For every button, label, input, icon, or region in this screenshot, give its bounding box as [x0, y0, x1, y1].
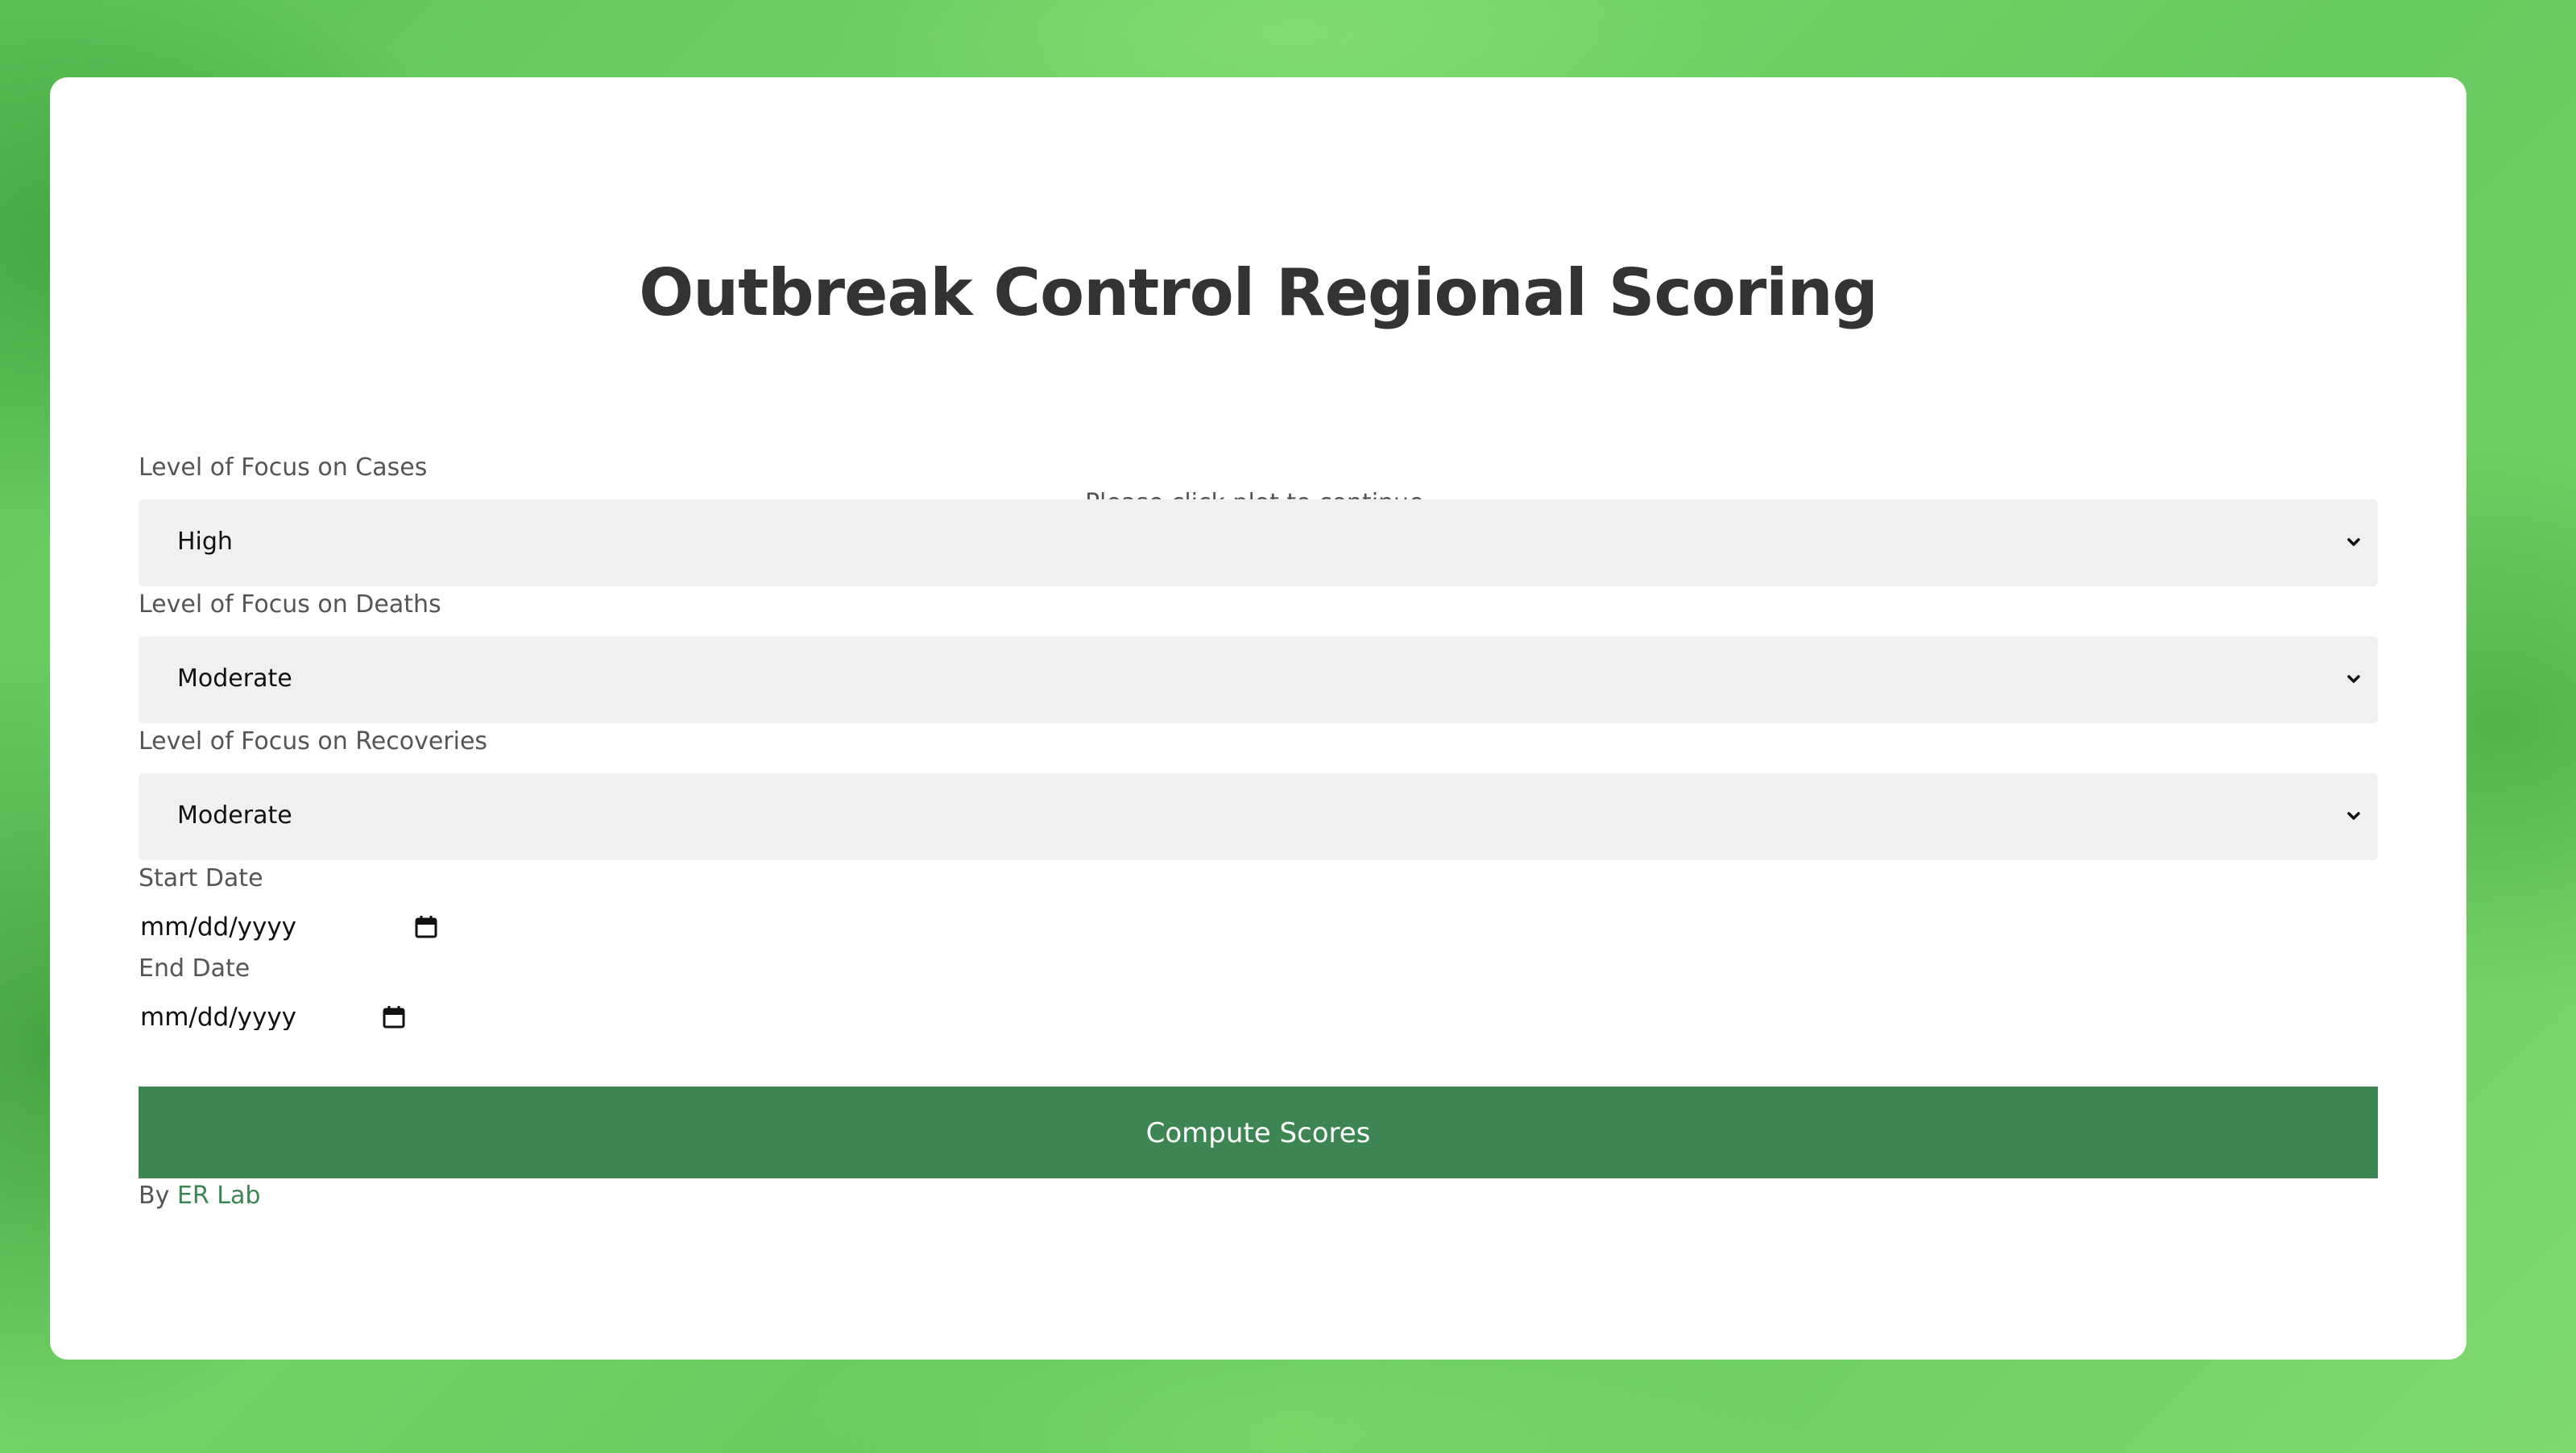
cases-focus-label: Level of Focus on Cases: [139, 453, 428, 482]
start-date-label: Start Date: [139, 864, 263, 892]
end-date-input[interactable]: mm/dd/yyyy: [139, 1000, 412, 1036]
calendar-icon[interactable]: [380, 1004, 408, 1031]
compute-scores-button[interactable]: Compute Scores: [139, 1087, 2378, 1178]
recoveries-focus-value: Moderate: [177, 801, 292, 830]
byline: By ER Lab: [139, 1184, 260, 1208]
recoveries-focus-label: Level of Focus on Recoveries: [139, 727, 488, 755]
byline-prefix: By: [139, 1182, 170, 1210]
start-date-placeholder: mm/dd/yyyy: [140, 913, 297, 942]
cases-focus-value: High: [177, 528, 233, 556]
end-date-label: End Date: [139, 954, 251, 983]
chevron-down-icon: [2347, 538, 2360, 546]
cases-focus-select[interactable]: High: [139, 499, 2378, 586]
chevron-down-icon: [2347, 812, 2360, 820]
calendar-icon[interactable]: [412, 913, 440, 941]
deaths-focus-select[interactable]: Moderate: [139, 636, 2378, 723]
end-date-placeholder: mm/dd/yyyy: [140, 1005, 297, 1030]
page-title: Outbreak Control Regional Scoring: [639, 255, 1878, 330]
deaths-focus-value: Moderate: [177, 664, 292, 693]
start-date-input[interactable]: mm/dd/yyyy: [139, 910, 445, 946]
author-link[interactable]: ER Lab: [177, 1182, 260, 1210]
chevron-down-icon: [2347, 675, 2360, 683]
recoveries-focus-select[interactable]: Moderate: [139, 773, 2378, 860]
deaths-focus-label: Level of Focus on Deaths: [139, 590, 441, 619]
main-card: Outbreak Control Regional Scoring Please…: [50, 77, 2466, 1360]
